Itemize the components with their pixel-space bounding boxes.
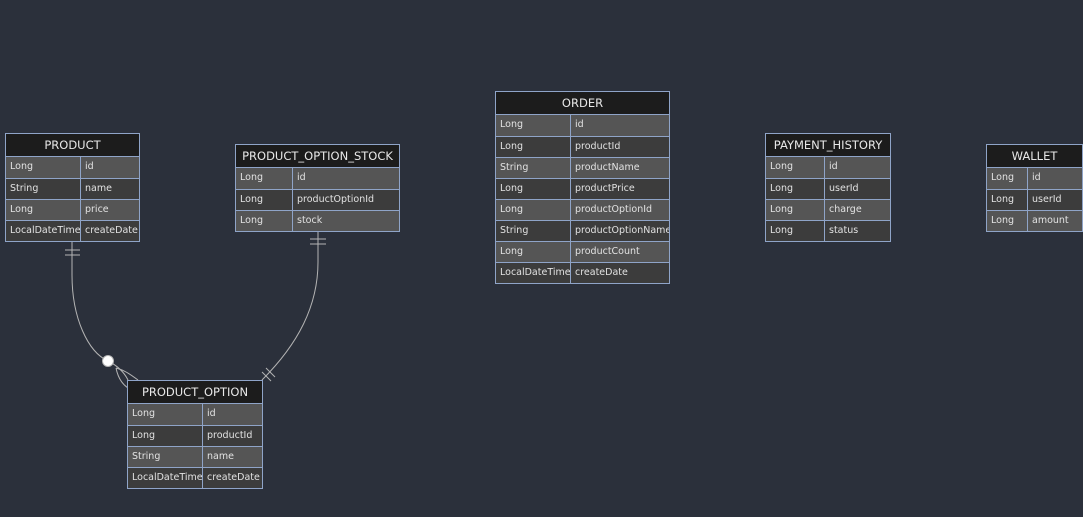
field-type: Long [236,168,293,189]
field-row[interactable]: String name [6,178,139,199]
field-row[interactable]: Long id [236,168,399,189]
field-name: productName [575,162,640,173]
field-name: createDate [85,225,138,236]
field-type: String [496,158,571,178]
field-row[interactable]: Long productOptionId [236,189,399,210]
field-row[interactable]: Long productPrice [496,178,669,199]
field-type: LocalDateTime [6,221,81,241]
field-name: id [297,172,306,183]
field-type: Long [987,168,1028,189]
edge-product-to-product-option[interactable] [71,242,129,381]
field-name: productOptionId [575,204,653,215]
entity-title: PRODUCT_OPTION [128,381,262,404]
field-type: Long [6,157,81,178]
entity-product-option[interactable]: PRODUCT_OPTION Long id Long productId String n… [127,380,263,489]
field-name: userId [829,183,859,194]
entity-product[interactable]: PRODUCT Long id String name Long price LocalDat… [5,133,140,242]
field-type: Long [496,137,571,157]
field-type: Long [766,179,825,199]
field-name: name [207,451,234,462]
field-type: Long [236,190,293,210]
entity-title: WALLET [987,145,1082,168]
field-name: productCount [575,246,640,257]
entity-product-option-stock[interactable]: PRODUCT_OPTION_STOCK Long id Long productOpt… [235,144,400,232]
field-name: id [207,408,216,419]
field-row[interactable]: String productOptionName [496,220,669,241]
field-type: Long [766,157,825,178]
entity-wallet[interactable]: WALLET Long id Long userId Long amount [986,144,1083,232]
field-name: productId [575,141,621,152]
field-name: productPrice [575,183,635,194]
field-row[interactable]: Long charge [766,199,890,220]
field-type: String [6,179,81,199]
field-row[interactable]: String productName [496,157,669,178]
field-row[interactable]: Long userId [766,178,890,199]
edge-optional-circle [102,355,114,367]
field-name: status [829,225,859,236]
field-name: name [85,183,112,194]
field-type: Long [236,211,293,231]
field-type: Long [128,404,203,425]
field-row[interactable]: LocalDateTime createDate [496,262,669,283]
field-row[interactable]: Long id [987,168,1082,189]
field-row[interactable]: Long amount [987,210,1082,231]
field-row[interactable]: Long id [128,404,262,425]
field-row[interactable]: Long productId [496,136,669,157]
field-name: productOptionId [297,194,375,205]
field-name: charge [829,204,862,215]
field-type: LocalDateTime [496,263,571,283]
entity-title: PRODUCT [6,134,139,157]
field-type: Long [987,190,1028,210]
field-type: Long [496,115,571,136]
field-row[interactable]: Long status [766,220,890,241]
edge-option-one-marker-1 [261,371,272,382]
field-name: productOptionName [575,225,669,236]
edge-option-one-marker-2 [265,367,276,378]
field-row[interactable]: Long id [6,157,139,178]
field-type: Long [987,211,1028,231]
field-row[interactable]: Long productOptionId [496,199,669,220]
field-type: String [496,221,571,241]
entity-title: ORDER [496,92,669,115]
field-type: Long [766,221,825,241]
field-row[interactable]: Long productCount [496,241,669,262]
field-type: Long [766,200,825,220]
field-row[interactable]: Long price [6,199,139,220]
field-type: LocalDateTime [128,468,203,488]
field-name: stock [297,215,323,226]
field-name: createDate [207,472,260,483]
field-row[interactable]: Long id [766,157,890,178]
field-row[interactable]: LocalDateTime createDate [128,467,262,488]
field-type: Long [128,426,203,446]
field-type: Long [496,200,571,220]
field-row[interactable]: LocalDateTime createDate [6,220,139,241]
field-name: id [575,119,584,130]
field-type: Long [6,200,81,220]
field-row[interactable]: String name [128,446,262,467]
field-type: Long [496,242,571,262]
field-row[interactable]: Long stock [236,210,399,231]
field-name: id [829,161,838,172]
entity-payment-history[interactable]: PAYMENT_HISTORY Long id Long userId Long charg… [765,133,891,242]
field-type: Long [496,179,571,199]
field-name: productId [207,430,253,441]
field-name: amount [1032,215,1069,226]
field-row[interactable]: Long userId [987,189,1082,210]
field-name: id [85,161,94,172]
field-name: price [85,204,109,215]
field-row[interactable]: Long productId [128,425,262,446]
field-name: userId [1032,194,1062,205]
field-name: createDate [575,267,628,278]
entity-order[interactable]: ORDER Long id Long productId String productNam… [495,91,670,284]
field-name: id [1032,172,1041,183]
field-row[interactable]: Long id [496,115,669,136]
entity-title: PAYMENT_HISTORY [766,134,890,157]
edge-stock-to-product-option[interactable] [261,232,319,381]
field-type: String [128,447,203,467]
entity-title: PRODUCT_OPTION_STOCK [236,145,399,168]
